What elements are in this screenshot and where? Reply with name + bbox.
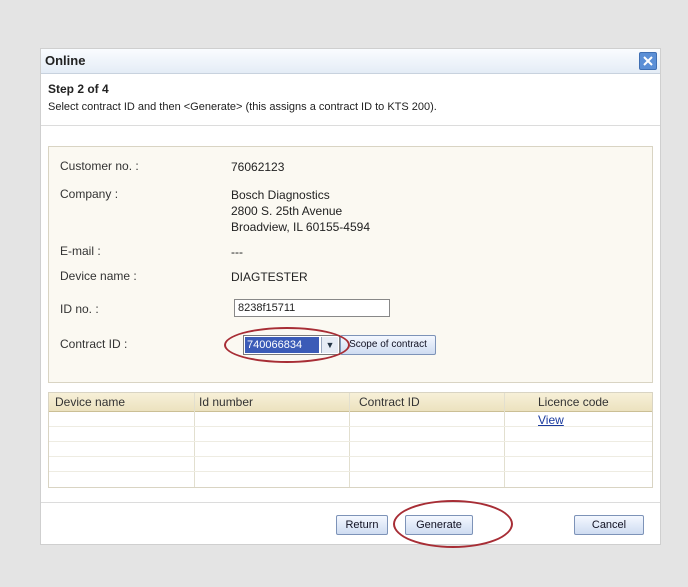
- customer-no-value: 76062123: [231, 160, 285, 174]
- id-no-label: ID no. :: [60, 302, 99, 316]
- row-divider: [49, 471, 652, 472]
- title-bar: Online: [41, 49, 660, 74]
- annotation-ring-contract: [224, 327, 350, 363]
- column-header-device-name[interactable]: Device name: [55, 395, 125, 409]
- customer-no-label: Customer no. :: [60, 159, 139, 173]
- cancel-button[interactable]: Cancel: [574, 515, 644, 535]
- id-no-field[interactable]: 8238f15711: [234, 299, 390, 317]
- table-header: Device name Id number Contract ID Licenc…: [49, 393, 652, 412]
- device-name-label: Device name :: [60, 269, 137, 283]
- footer-divider: [41, 502, 660, 503]
- column-divider: [504, 393, 505, 487]
- step-title: Step 2 of 4: [48, 82, 109, 96]
- annotation-ring-generate: [393, 500, 513, 548]
- close-icon-glyph: [643, 56, 653, 66]
- scope-of-contract-button[interactable]: Scope of contract: [340, 335, 436, 355]
- row-divider: [49, 441, 652, 442]
- column-header-id-number[interactable]: Id number: [199, 395, 253, 409]
- column-divider: [349, 393, 350, 487]
- email-label: E-mail :: [60, 244, 101, 258]
- row-divider: [49, 456, 652, 457]
- column-divider: [194, 393, 195, 487]
- company-city: Broadview, IL 60155-4594: [231, 220, 370, 234]
- email-value: ---: [231, 245, 243, 259]
- company-label: Company :: [60, 187, 119, 201]
- company-street: 2800 S. 25th Avenue: [231, 204, 343, 218]
- return-button[interactable]: Return: [336, 515, 388, 535]
- column-header-contract-id[interactable]: Contract ID: [359, 395, 420, 409]
- contract-id-label: Contract ID :: [60, 337, 128, 351]
- close-icon[interactable]: [639, 52, 657, 70]
- licence-table: Device name Id number Contract ID Licenc…: [48, 392, 653, 488]
- window-title: Online: [45, 53, 86, 68]
- company-address: Bosch Diagnostics 2800 S. 25th Avenue Br…: [231, 187, 370, 235]
- online-dialog: Online Step 2 of 4 Select contract ID an…: [40, 48, 661, 548]
- column-header-licence-code[interactable]: Licence code: [538, 395, 609, 409]
- company-name: Bosch Diagnostics: [231, 188, 330, 202]
- step-description: Select contract ID and then <Generate> (…: [48, 101, 437, 113]
- customer-info-panel: Customer no. : 76062123 Company : Bosch …: [48, 146, 653, 383]
- view-licence-link[interactable]: View: [538, 413, 564, 427]
- header-divider: [41, 125, 660, 126]
- device-name-value: DIAGTESTER: [231, 270, 308, 284]
